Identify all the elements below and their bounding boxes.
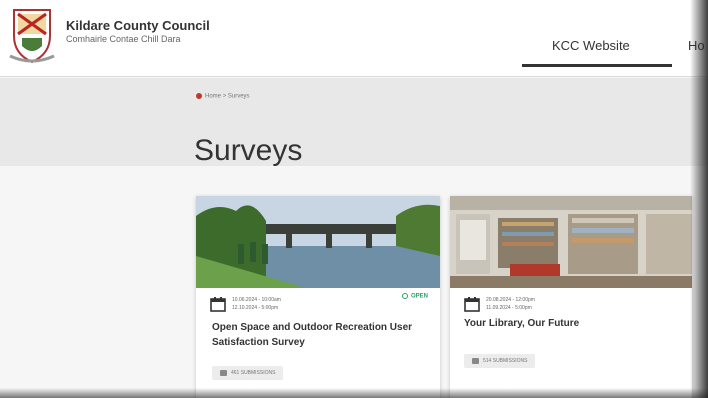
org-subtitle: Comhairle Contae Chill Dara [66,34,181,44]
screen-bottom-shadow [0,388,708,398]
breadcrumb-home[interactable]: Home [205,94,221,100]
start-date: 10.06.2024 - 10:00am [232,297,281,303]
survey-dates: 20.08.2024 - 12:00pm 11.09.2024 - 5:00pm [486,296,535,312]
submissions-badge: 514 SUBMISSIONS [464,354,536,368]
end-date: 11.09.2024 - 5:00pm [486,305,532,311]
breadcrumb-current: Surveys [227,93,250,100]
comments-icon [472,357,479,364]
comments-icon [220,369,227,376]
survey-card[interactable]: 20.08.2024 - 12:00pm 11.09.2024 - 5:00pm… [450,196,692,398]
end-date: 12.10.2024 - 5:00pm [232,305,279,311]
browser-screen: Kildare County Council Comhairle Contae … [0,0,708,398]
survey-image [450,196,692,288]
hero-banner [0,78,708,166]
submissions-badge: 461 SUBMISSIONS [212,366,284,380]
survey-image [196,196,440,288]
council-crest-logo[interactable] [8,6,56,64]
site-header: Kildare County Council Comhairle Contae … [0,0,708,77]
page-title: Surveys [194,134,303,168]
screen-edge-shadow [690,0,708,398]
calendar-icon [210,297,226,312]
survey-title[interactable]: Open Space and Outdoor Recreation User S… [212,320,427,350]
survey-dates: 10.06.2024 - 10:00am 12.10.2024 - 5:00pm [232,296,281,312]
submissions-count: 514 SUBMISSIONS [483,358,528,364]
calendar-icon [464,297,480,312]
active-nav-indicator [522,64,672,67]
submissions-count: 461 SUBMISSIONS [231,370,276,376]
eye-icon [401,293,408,299]
home-icon [196,93,202,99]
survey-card[interactable]: 10.06.2024 - 10:00am 12.10.2024 - 5:00pm… [196,196,440,398]
start-date: 20.08.2024 - 12:00pm [486,297,535,303]
nav-kcc-website[interactable]: KCC Website [552,38,630,53]
breadcrumb-separator: > [222,93,227,100]
status-label: OPEN [410,293,428,300]
breadcrumb: Home > Surveys [196,93,250,100]
status-badge: OPEN [401,293,428,300]
survey-title[interactable]: Your Library, Our Future [464,316,679,331]
org-name: Kildare County Council [66,18,210,33]
